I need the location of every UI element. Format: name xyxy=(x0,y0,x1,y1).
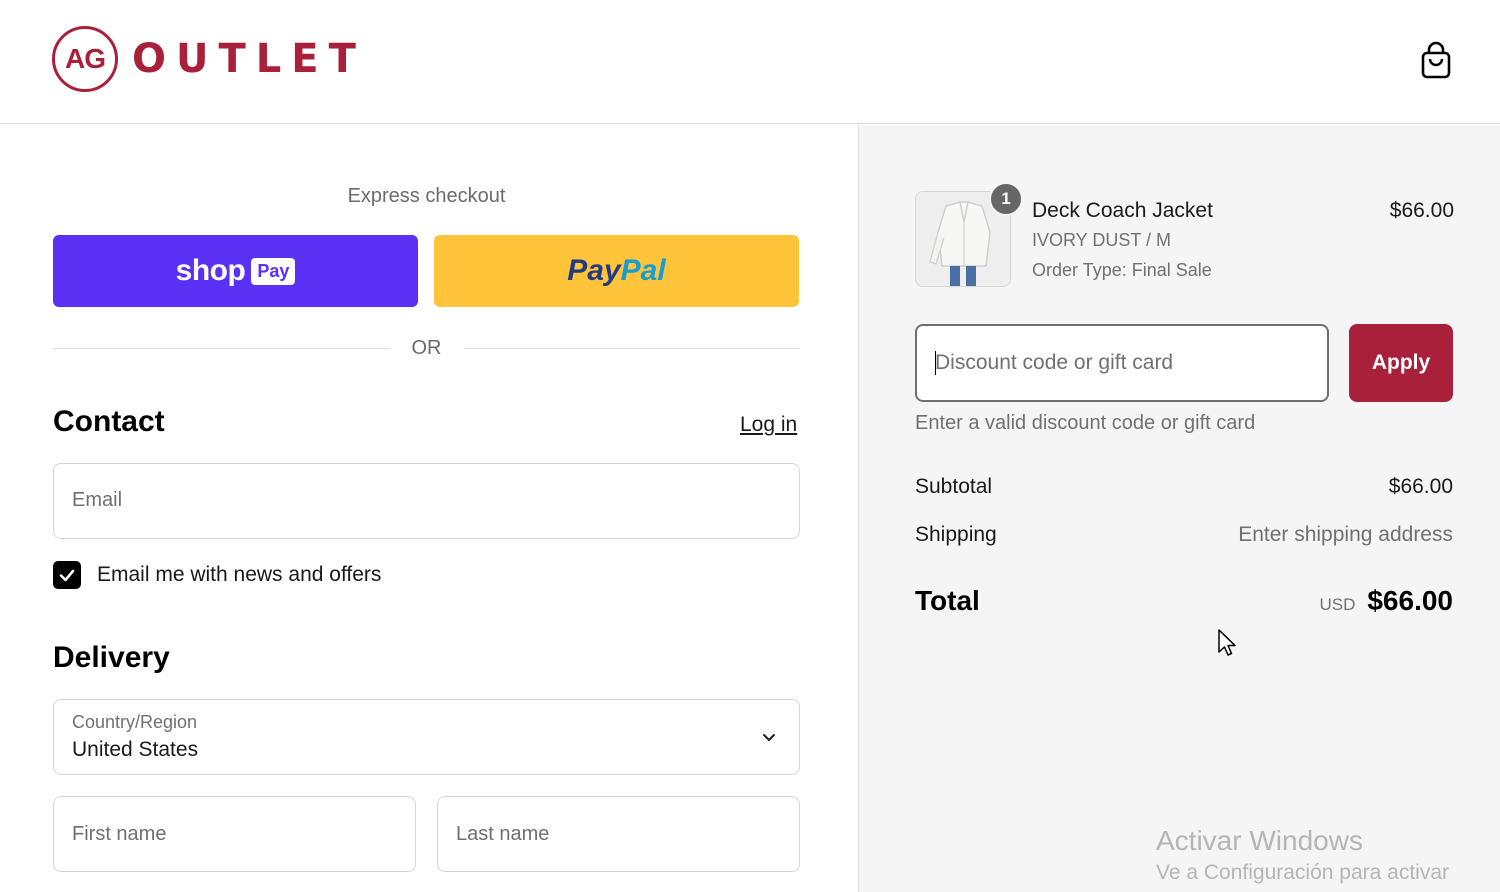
product-variant: IVORY DUST / M xyxy=(1032,230,1172,250)
windows-activation-watermark: Activar Windows Ve a Configuración para … xyxy=(1156,825,1449,885)
discount-placeholder: Discount code or gift card xyxy=(935,351,1174,374)
product-order-type: Order Type: Final Sale xyxy=(1032,260,1212,280)
total-label: Total xyxy=(915,585,980,616)
discount-help-text: Enter a valid discount code or gift card xyxy=(915,412,1256,434)
subtotal-label: Subtotal xyxy=(915,475,993,498)
country-region-value: United States xyxy=(72,738,199,761)
currency-code: USD xyxy=(1319,595,1356,614)
paypal-button[interactable]: Pay Pal xyxy=(434,235,799,307)
total-value: $66.00 xyxy=(1367,585,1453,616)
shop-pay-badge: Pay xyxy=(251,257,296,285)
quantity-badge: 1 xyxy=(989,182,1023,216)
log-in-link[interactable]: Log in xyxy=(740,413,797,437)
or-text: OR xyxy=(411,336,442,359)
email-field[interactable]: Email xyxy=(53,463,800,539)
logo-mark: AG xyxy=(52,26,118,92)
logo-text: OUTLET xyxy=(132,36,366,82)
divider-line xyxy=(463,347,800,349)
mouse-pointer-icon xyxy=(1218,629,1236,656)
order-summary: 1 Deck Coach Jacket IVORY DUST / M Order… xyxy=(858,125,1500,892)
paypal-word-part1: Pay xyxy=(567,254,621,287)
newsletter-checkbox[interactable] xyxy=(53,561,81,589)
shop-pay-button[interactable]: shop Pay xyxy=(53,235,418,307)
product-price: $66.00 xyxy=(1389,199,1454,222)
first-name-field[interactable]: First name xyxy=(53,796,416,872)
shipping-label: Shipping xyxy=(915,523,997,546)
shipping-row: Shipping Enter shipping address xyxy=(915,523,1453,547)
watermark-line1: Activar Windows xyxy=(1156,825,1363,856)
or-divider: OR xyxy=(53,335,800,361)
divider-line xyxy=(53,347,390,349)
first-name-placeholder: First name xyxy=(72,823,167,845)
shop-pay-word: shop xyxy=(175,254,246,287)
ag-outlet-logo[interactable]: AG OUTLET xyxy=(52,26,366,92)
email-placeholder: Email xyxy=(72,489,123,511)
country-region-label: Country/Region xyxy=(72,712,198,732)
paypal-word-part2: Pal xyxy=(620,254,666,287)
subtotal-value: $66.00 xyxy=(1388,475,1453,498)
express-checkout-label: Express checkout xyxy=(347,185,506,207)
total-amount: USD $66.00 xyxy=(1319,585,1453,617)
checkmark-icon xyxy=(59,569,75,582)
country-region-select[interactable]: Country/Region United States xyxy=(53,699,800,775)
newsletter-label: Email me with news and offers xyxy=(97,563,382,586)
total-row: Total USD $66.00 xyxy=(915,585,1453,617)
shopping-bag-icon[interactable] xyxy=(1418,40,1454,80)
delivery-heading: Delivery xyxy=(53,641,170,674)
discount-code-input[interactable]: Discount code or gift card xyxy=(915,324,1329,402)
subtotal-row: Subtotal $66.00 xyxy=(915,475,1453,499)
last-name-field[interactable]: Last name xyxy=(437,796,800,872)
shipping-value: Enter shipping address xyxy=(1238,523,1453,546)
watermark-line2: Ve a Configuración para activar xyxy=(1156,861,1450,884)
site-header: AG OUTLET xyxy=(0,0,1500,124)
contact-heading: Contact xyxy=(53,405,165,438)
newsletter-option[interactable]: Email me with news and offers xyxy=(53,561,381,589)
checkout-form: Express checkout shop Pay Pay Pal OR Cont… xyxy=(0,125,858,892)
chevron-down-icon xyxy=(763,734,775,741)
product-name: Deck Coach Jacket xyxy=(1032,199,1213,222)
last-name-placeholder: Last name xyxy=(456,823,550,845)
apply-discount-button[interactable]: Apply xyxy=(1349,324,1453,402)
text-caret xyxy=(935,351,936,375)
